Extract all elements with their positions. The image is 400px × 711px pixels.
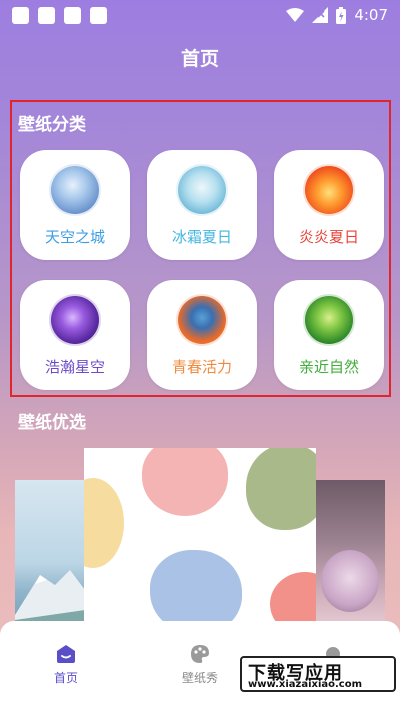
notification-icon bbox=[12, 6, 29, 24]
category-label: 亲近自然 bbox=[298, 357, 359, 376]
category-card-youth-vitality[interactable]: 青春活力 bbox=[147, 280, 257, 390]
nav-label-home: 首页 bbox=[53, 671, 78, 685]
category-card-nature[interactable]: 亲近自然 bbox=[274, 280, 384, 390]
category-card-frost-summer[interactable]: 冰霜夏日 bbox=[147, 150, 257, 260]
castle-in-sky-thumbnail bbox=[49, 163, 101, 216]
wallpaper-thumbnail-mountain[interactable] bbox=[15, 480, 85, 630]
category-label: 炎炎夏日 bbox=[298, 227, 359, 246]
featured-carousel[interactable] bbox=[0, 448, 400, 630]
bear-shape-green bbox=[246, 448, 316, 530]
notification-icon bbox=[90, 6, 107, 24]
signal-icon bbox=[312, 7, 329, 23]
wifi-icon bbox=[286, 8, 305, 22]
category-card-starry-sky[interactable]: 浩瀚星空 bbox=[20, 280, 130, 390]
battery-icon bbox=[336, 6, 347, 24]
category-card-sky-city[interactable]: 天空之城 bbox=[20, 150, 130, 260]
wallpaper-featured-bears[interactable] bbox=[84, 448, 316, 628]
category-label: 冰霜夏日 bbox=[171, 227, 232, 246]
bear-shape-pink bbox=[142, 448, 228, 516]
bear-shape-yellow bbox=[84, 478, 124, 568]
category-section: 壁纸分类 天空之城 冰霜夏日 炎炎夏日 浩瀚星空 青春活力 亲近自然 bbox=[10, 100, 391, 397]
youth-vitality-thumbnail bbox=[176, 293, 228, 346]
page-title: 首页 bbox=[180, 48, 219, 70]
clock: 4:07 bbox=[354, 6, 388, 24]
home-icon bbox=[57, 645, 75, 663]
bear-shape-blue bbox=[150, 550, 242, 628]
category-label: 浩瀚星空 bbox=[44, 357, 105, 376]
featured-section-title: 壁纸优选 bbox=[18, 413, 86, 433]
category-label: 青春活力 bbox=[171, 357, 232, 376]
starry-sky-thumbnail bbox=[49, 293, 101, 346]
status-bar: 4:07 bbox=[0, 0, 400, 30]
nav-item-home[interactable]: 首页 bbox=[26, 643, 106, 686]
hot-summer-thumbnail bbox=[303, 163, 355, 216]
frost-summer-thumbnail bbox=[176, 163, 228, 216]
plush-toy-shape bbox=[321, 550, 379, 612]
notification-icon bbox=[64, 6, 81, 24]
category-label: 天空之城 bbox=[44, 227, 105, 246]
nature-thumbnail bbox=[303, 293, 355, 346]
notification-icon bbox=[38, 6, 55, 24]
bear-shape-coral bbox=[270, 572, 316, 628]
nav-item-wallpaper-show[interactable]: 壁纸秀 bbox=[160, 643, 240, 686]
watermark-url: www.xiazaixiao.com bbox=[248, 679, 363, 690]
wallpaper-thumbnail-plush[interactable] bbox=[316, 480, 385, 630]
category-card-hot-summer[interactable]: 炎炎夏日 bbox=[274, 150, 384, 260]
watermark-logo: 下载写应用 www.xiazaixiao.com bbox=[240, 656, 396, 692]
category-grid: 天空之城 冰霜夏日 炎炎夏日 浩瀚星空 青春活力 亲近自然 bbox=[20, 150, 384, 390]
palette-icon bbox=[191, 645, 209, 663]
nav-label-wallpaper-show: 壁纸秀 bbox=[181, 671, 218, 685]
category-section-title: 壁纸分类 bbox=[18, 115, 86, 135]
